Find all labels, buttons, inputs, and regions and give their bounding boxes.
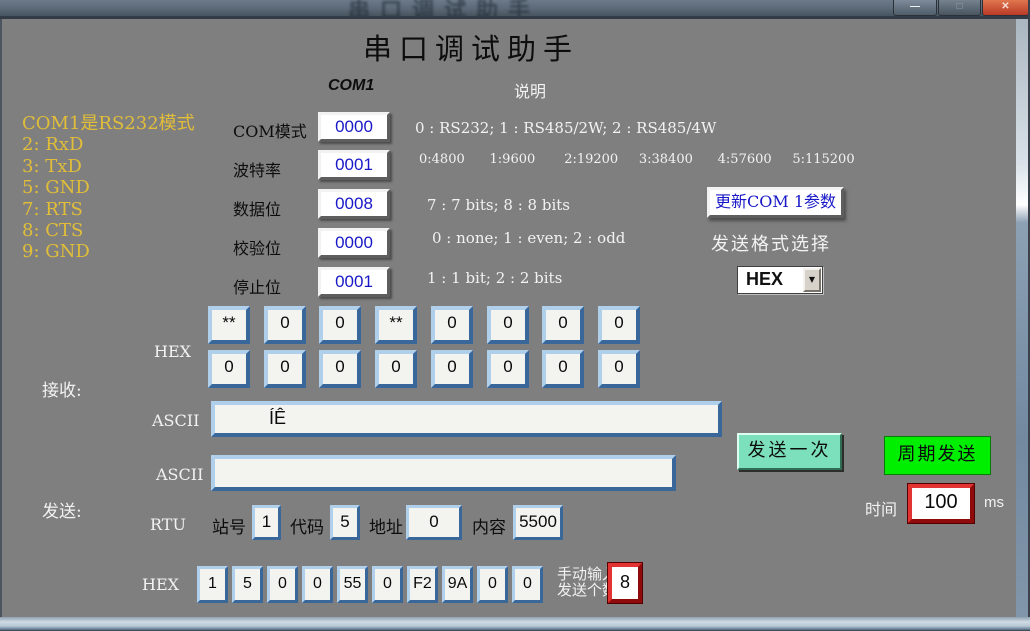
pin-info-line: 3: TxD	[22, 156, 195, 177]
rx-hex-cell: 0	[319, 350, 361, 388]
send-once-button[interactable]: 发送一次	[737, 433, 842, 470]
param-label-stop-bits: 停止位	[233, 274, 281, 298]
param-explain-stop-bits: 1 : 1 bit; 2 : 2 bits	[427, 269, 562, 287]
pin-info-line: 7: RTS	[22, 199, 195, 220]
param-explain-baud-rate: 0:4800 1:9600 2:19200 3:38400 4:57600 5:…	[419, 152, 855, 167]
rtu-content-label: 内容	[472, 513, 506, 538]
time-label: 时间	[865, 496, 897, 520]
pin-info-line: 2: RxD	[22, 134, 195, 155]
send-ascii-field[interactable]	[211, 455, 676, 491]
rx-hex-cell: 0	[542, 306, 584, 344]
rtu-address-label: 地址	[369, 513, 403, 538]
param-explain-com-mode: 0 : RS232; 1 : RS485/2W; 2 : RS485/4W	[415, 119, 716, 137]
param-field-com-mode[interactable]: 0000	[318, 112, 390, 142]
tx-hex-cell[interactable]: 0	[372, 566, 403, 603]
maximize-button[interactable]: □	[938, 0, 981, 16]
rtu-label: RTU	[150, 515, 186, 534]
tx-hex-cell[interactable]: 0	[512, 566, 543, 603]
manual-count-field[interactable]: 8	[608, 563, 642, 603]
tx-hex-cell[interactable]: F2	[407, 566, 438, 603]
rx-hex-cell: 0	[375, 350, 417, 388]
rx-hex-cell: 0	[598, 306, 640, 344]
tx-hex-cell[interactable]: 9A	[442, 566, 473, 603]
time-unit-label: ms	[984, 494, 1004, 511]
rx-hex-cell: 0	[264, 306, 306, 344]
rx-hex-cell: 0	[487, 306, 529, 344]
tx-hex-cell[interactable]: 5	[232, 566, 263, 603]
param-explain-data-bits: 7 : 7 bits; 8 : 8 bits	[427, 196, 570, 214]
rx-hex-cell: 0	[319, 306, 361, 344]
chevron-down-icon[interactable]: ▼	[803, 268, 821, 292]
rx-hex-cell: 0	[487, 350, 529, 388]
rtu-code-field[interactable]: 5	[330, 505, 360, 540]
close-button[interactable]: ✕	[982, 0, 1029, 16]
pin-info-line: 5: GND	[22, 177, 195, 198]
rtu-content-field[interactable]: 5500	[513, 505, 563, 540]
page-title: 串口调试助手	[363, 26, 579, 68]
receive-ascii-label: ASCII	[152, 411, 199, 430]
pin-info-line: COM1是RS232模式	[22, 113, 195, 134]
tx-hex-cell[interactable]: 0	[267, 566, 298, 603]
param-label-parity: 校验位	[233, 235, 281, 259]
send-hex-label: HEX	[142, 575, 179, 594]
send-format-label: 发送格式选择	[711, 230, 831, 256]
send-format-selected: HEX	[746, 269, 783, 290]
window-border-left	[0, 19, 2, 618]
param-explain-parity: 0 : none; 1 : even; 2 : odd	[432, 229, 625, 247]
rx-hex-cell: **	[375, 306, 417, 344]
param-field-data-bits[interactable]: 0008	[318, 189, 390, 219]
com-port-label: COM1	[328, 77, 374, 95]
send-ascii-label: ASCII	[156, 465, 203, 484]
receive-hex-label: HEX	[154, 342, 191, 361]
param-field-stop-bits[interactable]: 0001	[318, 267, 390, 297]
rx-hex-cell: 0	[431, 306, 473, 344]
pin-info-line: 8: CTS	[22, 220, 195, 241]
titlebar-title: 串口调试助手	[348, 0, 540, 19]
rtu-station-field[interactable]: 1	[252, 505, 281, 540]
param-field-baud-rate[interactable]: 0001	[318, 150, 390, 180]
receive-section-label: 接收:	[42, 376, 82, 401]
time-field[interactable]: 100	[908, 484, 974, 523]
rx-hex-cell: 0	[208, 350, 250, 388]
param-label-data-bits: 数据位	[233, 196, 281, 220]
send-format-dropdown[interactable]: HEX ▼	[737, 266, 823, 294]
explain-header-label: 说明	[514, 78, 546, 102]
param-label-com-mode: COM模式	[233, 118, 307, 142]
serial-debug-assistant-window: 串口调试助手 — □ ✕ 串口调试助手 COM1 说明 COM1是RS232模式…	[0, 0, 1030, 631]
window-border-bottom	[0, 617, 1030, 631]
tx-hex-cell[interactable]: 0	[302, 566, 333, 603]
rtu-station-label: 站号	[212, 513, 246, 538]
update-com-params-button[interactable]: 更新COM 1参数	[707, 187, 844, 218]
param-label-baud-rate: 波特率	[233, 157, 281, 181]
pin-info-line: 9: GND	[22, 241, 195, 262]
tx-hex-cell[interactable]: 1	[197, 566, 228, 603]
rx-hex-cell: **	[208, 306, 250, 344]
rtu-address-field[interactable]: 0	[406, 505, 462, 540]
send-section-label: 发送:	[42, 497, 82, 522]
rx-hex-cell: 0	[264, 350, 306, 388]
rx-hex-cell: 0	[431, 350, 473, 388]
minimize-button[interactable]: —	[893, 0, 937, 16]
window-border-right	[1016, 19, 1028, 618]
rx-hex-cell: 0	[542, 350, 584, 388]
tx-hex-cell[interactable]: 0	[477, 566, 508, 603]
receive-ascii-field: ÍÊ	[211, 401, 722, 437]
pin-info: COM1是RS232模式 2: RxD 3: TxD 5: GND 7: RTS…	[22, 113, 195, 263]
titlebar: 串口调试助手	[0, 0, 1030, 19]
tx-hex-cell[interactable]: 55	[337, 566, 368, 603]
rx-hex-cell: 0	[598, 350, 640, 388]
periodic-send-button[interactable]: 周期发送	[884, 436, 991, 475]
param-field-parity[interactable]: 0000	[318, 228, 390, 258]
rtu-code-label: 代码	[290, 513, 324, 538]
